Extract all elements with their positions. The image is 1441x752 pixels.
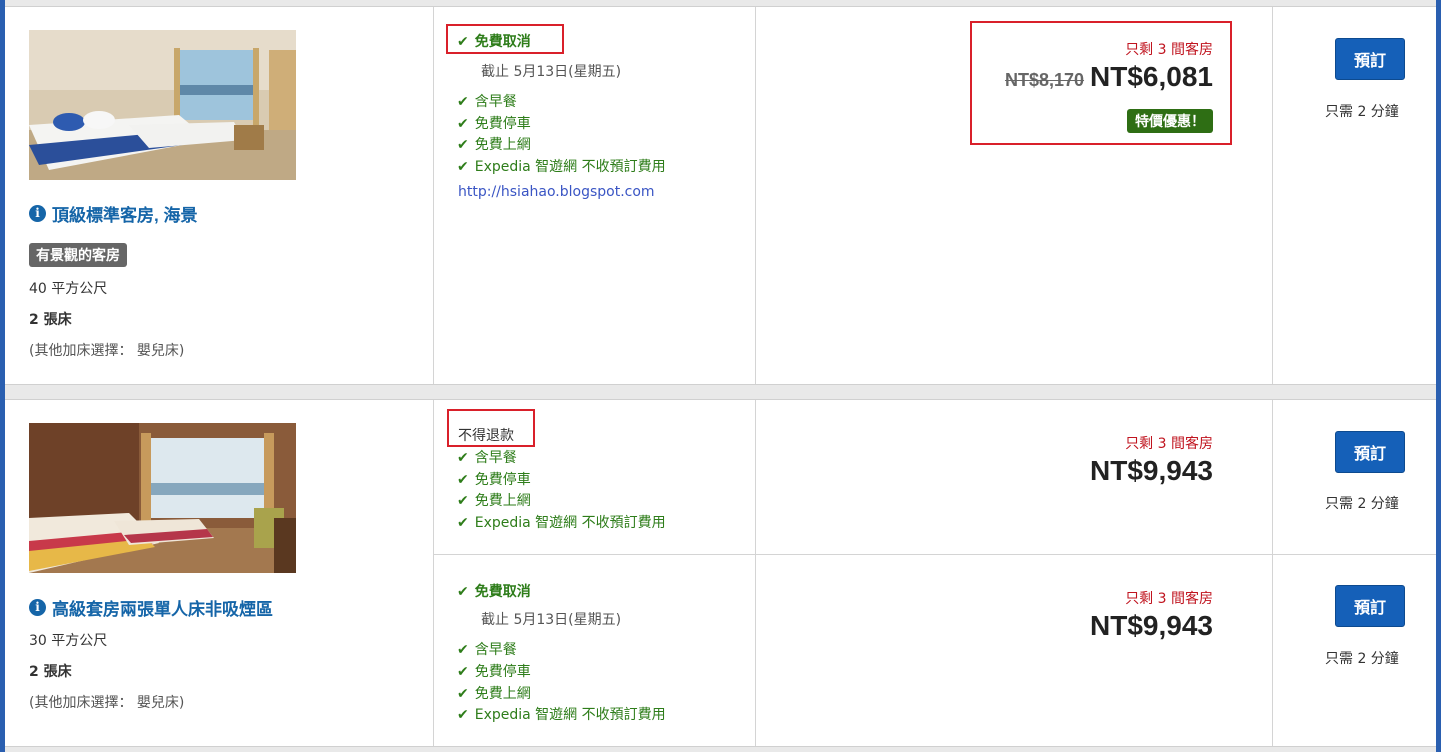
rooms-left-notice: 只剩 3 間客房 <box>1125 591 1213 607</box>
booking-time: 只需 2 分鐘 <box>1325 496 1399 512</box>
column-divider <box>755 7 756 384</box>
booking-time: 只需 2 分鐘 <box>1325 104 1399 120</box>
room-photo[interactable] <box>29 423 296 573</box>
amenity-item: ✔ 免費停車 <box>457 116 531 132</box>
room-card: i 頂級標準客房, 海景 有景觀的客房 40 平方公尺 2 張床 (其他加床選擇… <box>5 6 1436 385</box>
cancel-deadline: 截止 5月13日(星期五) <box>481 64 622 80</box>
book-button[interactable]: 預訂 <box>1335 38 1405 80</box>
column-divider <box>1272 7 1273 384</box>
bed-count: 2 張床 <box>29 312 72 328</box>
info-icon[interactable]: i <box>29 599 46 616</box>
rate-divider <box>433 554 1436 555</box>
info-icon[interactable]: i <box>29 205 46 222</box>
column-divider <box>1272 400 1273 746</box>
room-title[interactable]: i 頂級標準客房, 海景 <box>29 201 197 226</box>
price-line: NT$9,943 <box>1090 610 1213 642</box>
check-icon: ✔ <box>457 584 469 600</box>
room-photo[interactable] <box>29 30 296 180</box>
cancel-deadline: 截止 5月13日(星期五) <box>481 612 622 628</box>
check-icon: ✔ <box>457 642 469 658</box>
amenity-item: ✔ Expedia 智遊網 不收預訂費用 <box>457 515 666 531</box>
amenity-item: ✔ 含早餐 <box>457 642 517 658</box>
extra-bed-options: (其他加床選擇： 嬰兒床) <box>29 343 185 359</box>
check-icon: ✔ <box>457 34 469 50</box>
extra-bed-options: (其他加床選擇： 嬰兒床) <box>29 695 185 711</box>
view-badge: 有景觀的客房 <box>29 243 127 267</box>
room-name[interactable]: 高級套房兩張單人床非吸煙區 <box>52 595 273 620</box>
amenity-item: ✔ 含早餐 <box>457 94 517 110</box>
column-divider <box>755 400 756 746</box>
amenity-item: ✔ 免費上網 <box>457 493 531 509</box>
amenity-item: ✔ 含早餐 <box>457 450 517 466</box>
cancellation-policy: ✔ 免費取消 <box>457 584 531 600</box>
check-icon: ✔ <box>457 515 469 531</box>
column-divider <box>433 7 434 384</box>
deal-badge: 特價優惠！ <box>1127 109 1213 133</box>
check-icon: ✔ <box>457 686 469 702</box>
rooms-left-notice: 只剩 3 間客房 <box>1125 42 1213 58</box>
amenity-item: ✔ 免費停車 <box>457 472 531 488</box>
room-title[interactable]: i 高級套房兩張單人床非吸煙區 <box>29 595 273 620</box>
amenity-item: ✔ 免費上網 <box>457 137 531 153</box>
price-line: NT$9,943 <box>1090 455 1213 487</box>
room-card: i 高級套房兩張單人床非吸煙區 30 平方公尺 2 張床 (其他加床選擇： 嬰兒… <box>5 399 1436 747</box>
book-button[interactable]: 預訂 <box>1335 585 1405 627</box>
blog-link[interactable]: http://hsiahao.blogspot.com <box>458 184 655 200</box>
rooms-left-notice: 只剩 3 間客房 <box>1125 436 1213 452</box>
check-icon: ✔ <box>457 137 469 153</box>
room-size: 30 平方公尺 <box>29 633 108 649</box>
booking-time: 只需 2 分鐘 <box>1325 651 1399 667</box>
column-divider <box>433 400 434 746</box>
check-icon: ✔ <box>457 472 469 488</box>
amenity-item: ✔ 免費停車 <box>457 664 531 680</box>
current-price: NT$6,081 <box>1090 61 1213 92</box>
check-icon: ✔ <box>457 159 469 175</box>
refund-policy: 不得退款 <box>458 428 514 444</box>
price-line: NT$8,170 NT$6,081 <box>1005 61 1213 93</box>
room-size: 40 平方公尺 <box>29 281 108 297</box>
check-icon: ✔ <box>457 94 469 110</box>
amenity-item: ✔ Expedia 智遊網 不收預訂費用 <box>457 159 666 175</box>
check-icon: ✔ <box>457 664 469 680</box>
check-icon: ✔ <box>457 493 469 509</box>
original-price: NT$8,170 <box>1004 70 1085 90</box>
bed-count: 2 張床 <box>29 664 72 680</box>
current-price: NT$9,943 <box>1090 610 1213 641</box>
check-icon: ✔ <box>457 116 469 132</box>
book-button[interactable]: 預訂 <box>1335 431 1405 473</box>
cancellation-policy: ✔ 免費取消 <box>457 34 531 50</box>
current-price: NT$9,943 <box>1090 455 1213 486</box>
check-icon: ✔ <box>457 450 469 466</box>
check-icon: ✔ <box>457 707 469 723</box>
amenity-item: ✔ 免費上網 <box>457 686 531 702</box>
amenity-item: ✔ Expedia 智遊網 不收預訂費用 <box>457 707 666 723</box>
room-name[interactable]: 頂級標準客房, 海景 <box>52 201 197 226</box>
